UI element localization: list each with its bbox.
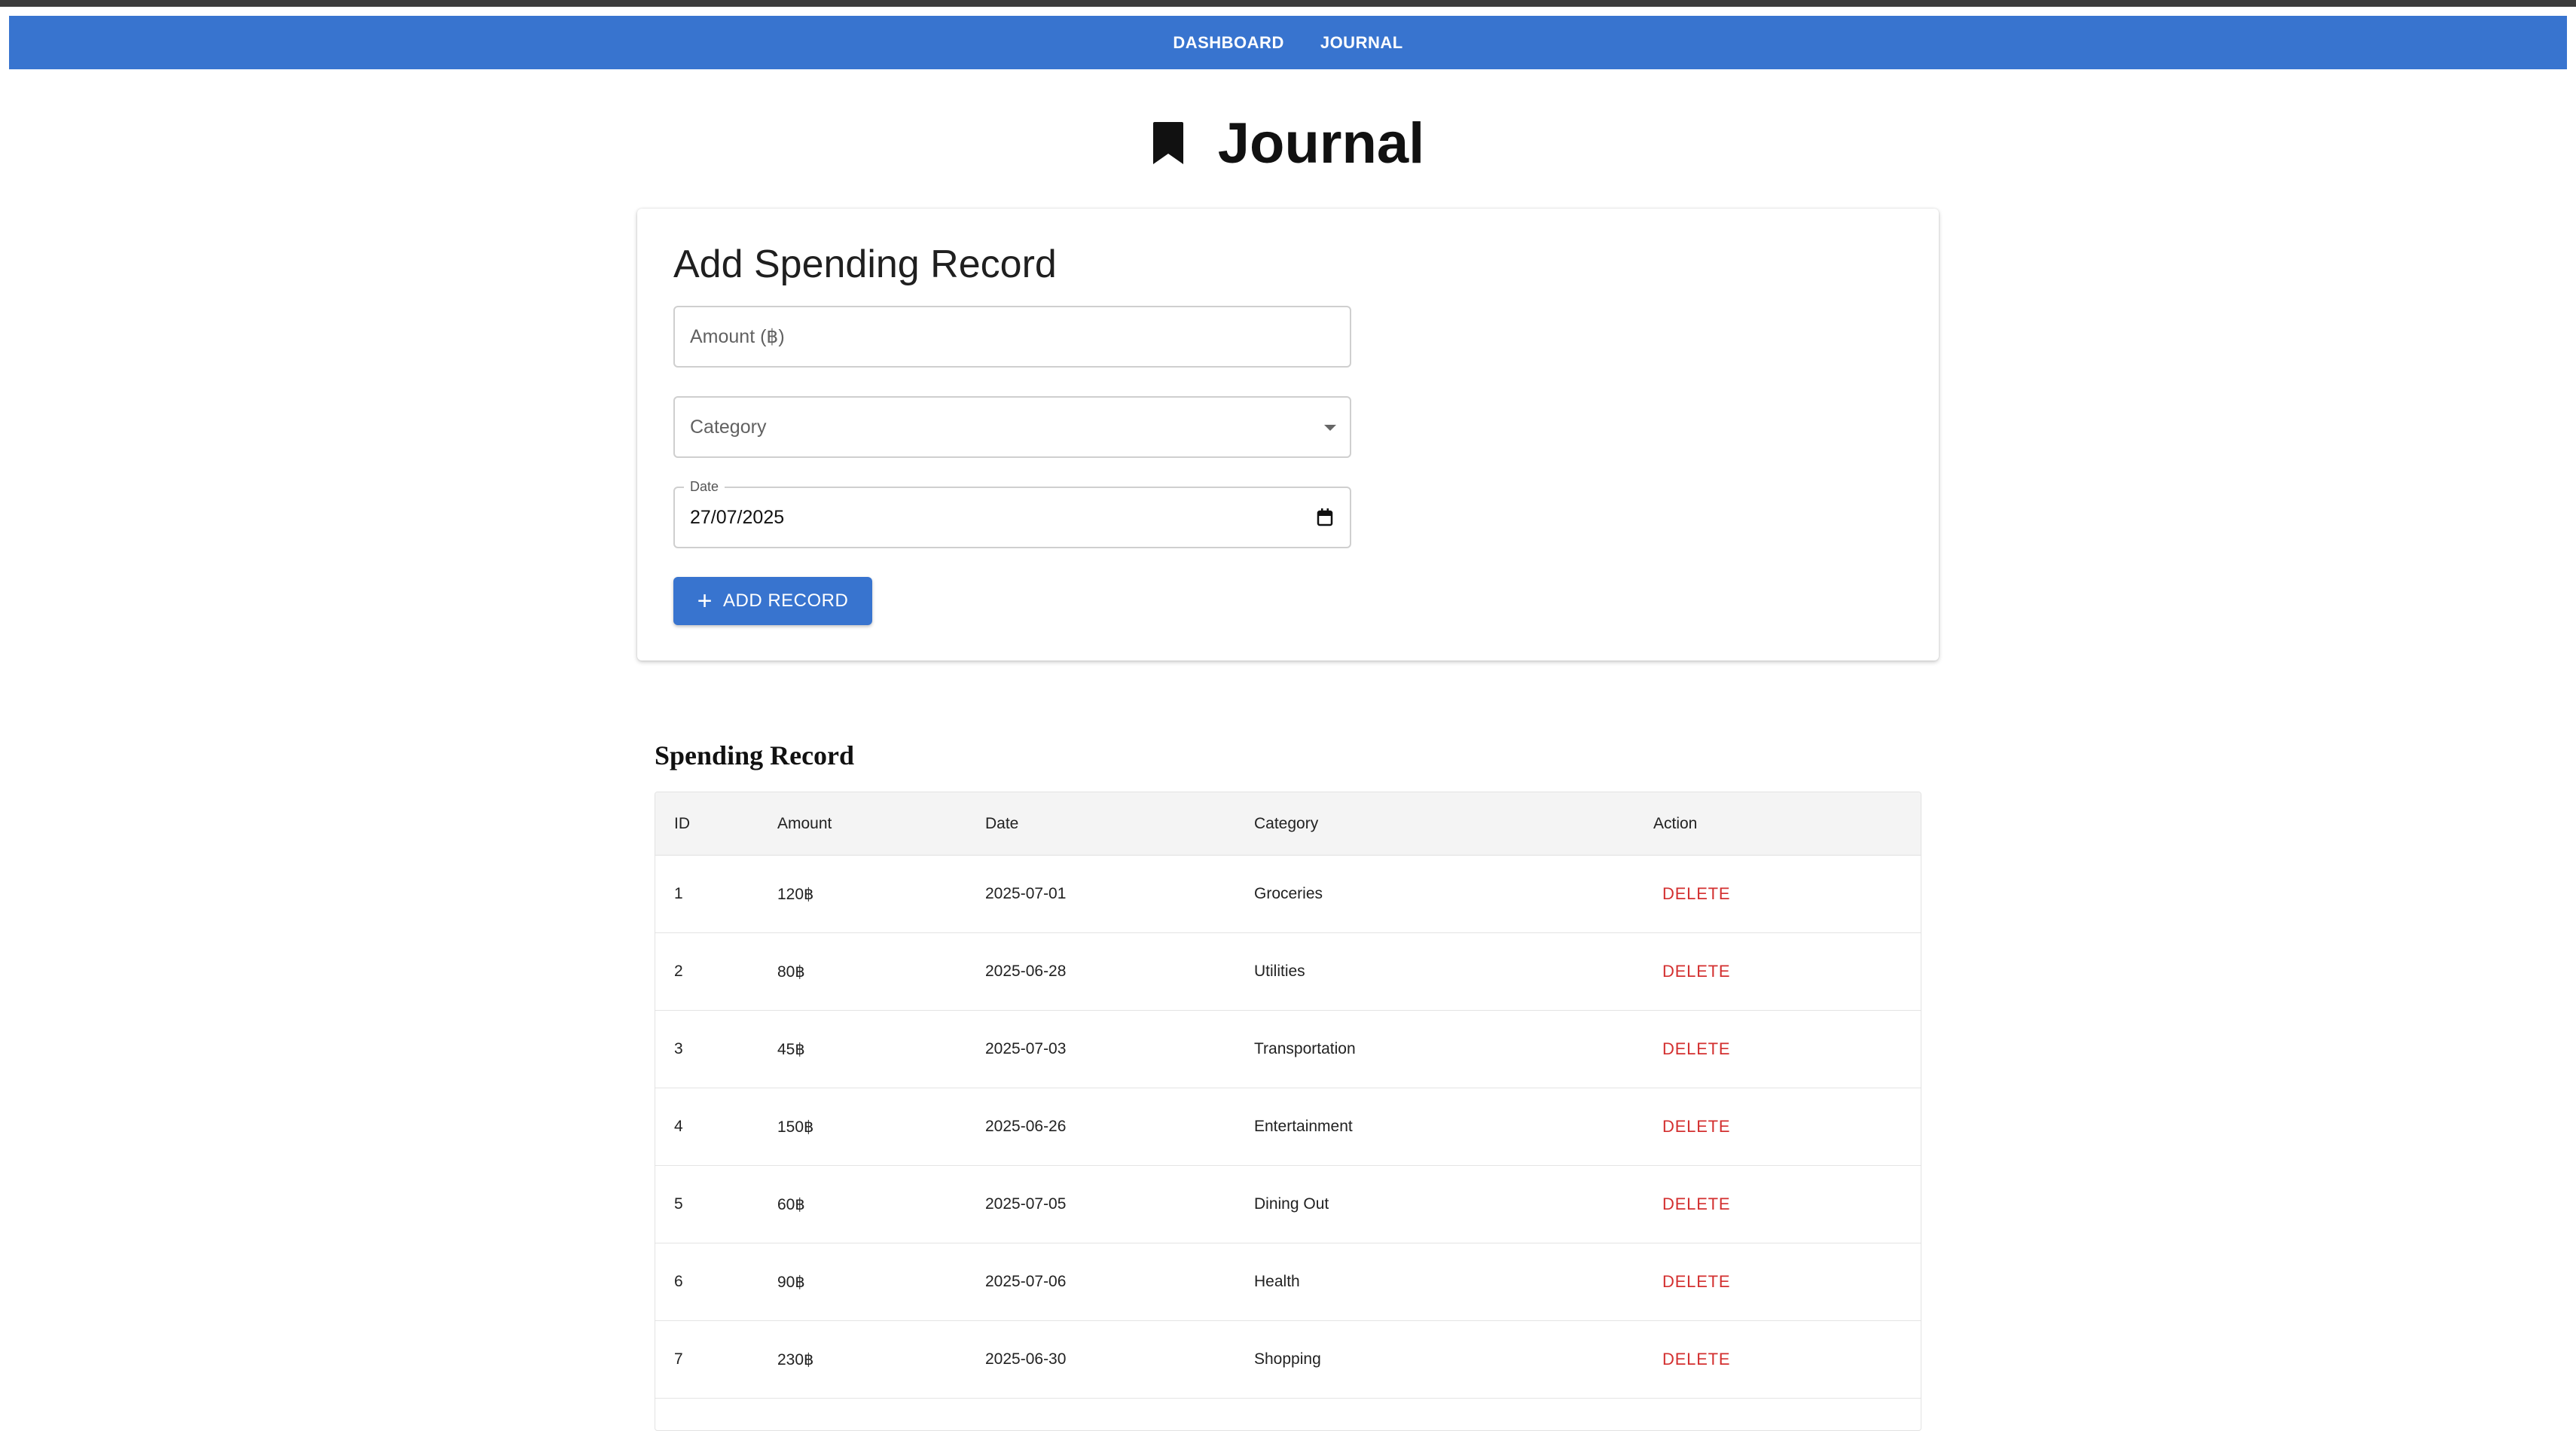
cell-amount: 60฿	[777, 1195, 805, 1213]
table-row: 4 150฿ 2025-06-26 Entertainment DELETE	[655, 1088, 1921, 1166]
date-value: 27/07/2025	[690, 507, 785, 528]
column-header-id: ID	[674, 814, 690, 832]
category-placeholder: Category	[690, 416, 767, 438]
page-title: Journal	[1217, 111, 1425, 175]
plus-icon: +	[697, 587, 713, 615]
window-top-strip	[0, 0, 2576, 7]
top-navbar: DASHBOARD JOURNAL	[9, 16, 2567, 69]
column-header-amount: Amount	[777, 814, 832, 832]
cell-category: Groceries	[1254, 885, 1323, 902]
delete-button[interactable]: DELETE	[1653, 878, 1739, 909]
delete-button[interactable]: DELETE	[1653, 1033, 1739, 1064]
amount-placeholder: Amount (฿)	[690, 326, 785, 347]
amount-input[interactable]: Amount (฿)	[673, 306, 1351, 368]
spending-record-title: Spending Record	[655, 740, 855, 770]
calendar-icon[interactable]	[1317, 508, 1333, 526]
table-row: 5 60฿ 2025-07-05 Dining Out DELETE	[655, 1166, 1921, 1243]
column-header-action: Action	[1653, 814, 1698, 832]
cell-date: 2025-06-30	[985, 1350, 1067, 1368]
column-header-date: Date	[985, 814, 1019, 832]
cell-category: Shopping	[1254, 1350, 1321, 1368]
cell-id: 3	[674, 1040, 683, 1057]
cell-amount: 230฿	[777, 1350, 814, 1368]
cell-id: 6	[674, 1273, 683, 1290]
cell-id: 1	[674, 885, 683, 902]
cell-amount: 45฿	[777, 1040, 805, 1058]
cell-category: Utilities	[1254, 963, 1305, 980]
table-row: 2 80฿ 2025-06-28 Utilities DELETE	[655, 933, 1921, 1011]
bookmark-icon	[1152, 122, 1183, 164]
cell-category: Dining Out	[1254, 1195, 1329, 1213]
cell-date: 2025-07-01	[985, 885, 1067, 902]
add-record-label: ADD RECORD	[723, 590, 849, 611]
table-row: 3 45฿ 2025-07-03 Transportation DELETE	[655, 1011, 1921, 1088]
page-header: Journal	[0, 105, 2576, 181]
table-header: ID Amount Date Category Action	[655, 792, 1921, 856]
cell-id: 4	[674, 1118, 683, 1135]
category-select[interactable]: Category	[673, 396, 1351, 458]
delete-button[interactable]: DELETE	[1653, 1111, 1739, 1142]
cell-category: Health	[1254, 1273, 1300, 1290]
date-input[interactable]: Date 27/07/2025	[673, 479, 1351, 548]
cell-date: 2025-07-03	[985, 1040, 1067, 1057]
cell-category: Transportation	[1254, 1040, 1356, 1057]
cell-id: 2	[674, 963, 683, 980]
delete-button[interactable]: DELETE	[1653, 956, 1739, 987]
cell-amount: 150฿	[777, 1118, 814, 1136]
nav-dashboard-link[interactable]: DASHBOARD	[1173, 27, 1284, 59]
cell-category: Entertainment	[1254, 1118, 1353, 1135]
column-header-category: Category	[1254, 814, 1319, 832]
delete-button[interactable]: DELETE	[1653, 1344, 1739, 1375]
cell-amount: 90฿	[777, 1273, 805, 1291]
cell-amount: 80฿	[777, 963, 805, 981]
cell-id: 7	[674, 1350, 683, 1368]
add-record-button[interactable]: + ADD RECORD	[673, 577, 872, 625]
add-record-card: Add Spending Record Amount (฿) Category …	[637, 209, 1939, 661]
spending-table: ID Amount Date Category Action 1 120฿ 20…	[655, 792, 1921, 1431]
form-title: Add Spending Record	[673, 243, 1057, 286]
cell-date: 2025-06-28	[985, 963, 1067, 980]
delete-button[interactable]: DELETE	[1653, 1266, 1739, 1297]
cell-id: 5	[674, 1195, 683, 1213]
cell-date: 2025-06-26	[985, 1118, 1067, 1135]
table-row: 6 90฿ 2025-07-06 Health DELETE	[655, 1243, 1921, 1321]
cell-date: 2025-07-06	[985, 1273, 1067, 1290]
cell-amount: 120฿	[777, 885, 814, 903]
table-row-partial	[655, 1399, 1921, 1430]
nav-journal-link[interactable]: JOURNAL	[1320, 27, 1403, 59]
dropdown-arrow-icon	[1324, 425, 1336, 431]
cell-date: 2025-07-05	[985, 1195, 1067, 1213]
table-row: 1 120฿ 2025-07-01 Groceries DELETE	[655, 856, 1921, 933]
table-row: 7 230฿ 2025-06-30 Shopping DELETE	[655, 1321, 1921, 1399]
delete-button[interactable]: DELETE	[1653, 1188, 1739, 1219]
